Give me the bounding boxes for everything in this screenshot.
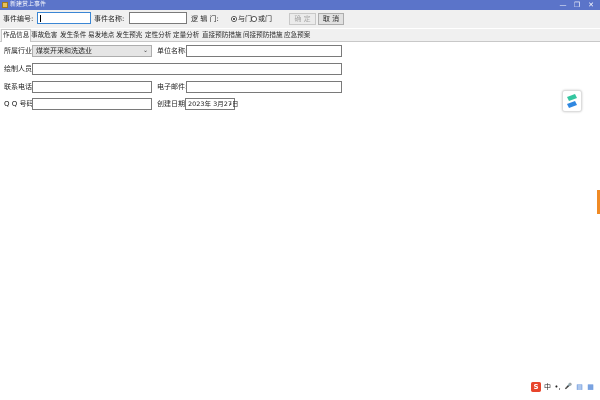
drafter-input[interactable] — [32, 63, 342, 75]
tab-conditions[interactable]: 发生条件 — [60, 30, 86, 41]
unit-name-input[interactable] — [186, 45, 342, 57]
tab-quantitative[interactable]: 定量分析 — [173, 30, 199, 41]
ime-punct-toggle[interactable]: •, — [553, 382, 562, 392]
tab-qualitative[interactable]: 定性分析 — [145, 30, 171, 41]
tab-emergency-plan[interactable]: 应急预案 — [284, 30, 310, 41]
event-name-input[interactable] — [129, 12, 187, 24]
app-icon — [2, 2, 8, 8]
industry-value: 煤炭开采和洗选业 — [36, 47, 92, 55]
ime-mode-toggle[interactable]: 中 — [543, 382, 552, 392]
event-no-label: 事件编号: — [3, 15, 34, 23]
email-input[interactable] — [186, 81, 342, 93]
tab-indirect-prevention[interactable]: 间接预防措施 — [243, 30, 283, 41]
minimize-button[interactable]: — — [556, 0, 570, 10]
tab-accident-harm[interactable]: 事故危害 — [31, 30, 57, 41]
or-gate-label: 或门 — [258, 15, 272, 23]
work-info-panel: 所属行业: 煤炭开采和洗选业 ⌄ 单位名称: 绘制人员: 联系电话: 电子邮件:… — [0, 42, 600, 380]
and-gate-radio[interactable] — [231, 16, 237, 22]
qq-input[interactable] — [32, 98, 152, 110]
created-date-label: 创建日期: — [157, 100, 188, 108]
logo-icon — [567, 94, 577, 108]
unit-name-label: 单位名称: — [157, 47, 188, 55]
mic-icon[interactable]: 🎤 — [564, 382, 573, 392]
close-button[interactable]: ✕ — [584, 0, 598, 10]
floating-app-logo[interactable] — [562, 90, 582, 112]
email-label: 电子邮件: — [157, 83, 188, 91]
drafter-label: 绘制人员: — [4, 65, 35, 73]
ime-skin-icon[interactable]: ▤ — [575, 382, 584, 392]
ok-button[interactable]: 确 定 — [289, 13, 316, 25]
ime-logo-icon[interactable]: S — [531, 382, 541, 392]
created-date-picker[interactable]: 2023年 3月27日 ⌄ — [185, 98, 239, 110]
or-gate-radio[interactable] — [251, 16, 257, 22]
tab-strip: 作品信息 事故危害 发生条件 易发地点 发生预兆 定性分析 定量分析 直接预防措… — [0, 29, 600, 43]
tab-locations[interactable]: 易发地点 — [88, 30, 114, 41]
tab-direct-prevention[interactable]: 直接预防措施 — [202, 30, 242, 41]
phone-input[interactable] — [32, 81, 152, 93]
industry-label: 所属行业: — [4, 47, 35, 55]
event-name-label: 事件名称: — [94, 15, 125, 23]
event-toolbar: 事件编号: 事件名称: 逻 辑 门: 与门 或门 确 定 取 消 — [0, 10, 600, 28]
and-gate-label: 与门 — [238, 15, 252, 23]
ime-grid-icon[interactable]: ▦ — [586, 382, 595, 392]
title-bar: 新建赏上事件 — ❐ ✕ — [0, 0, 600, 10]
window-title: 新建赏上事件 — [10, 1, 47, 8]
ime-toolbar: S 中 •, 🎤 ▤ ▦ — [531, 381, 597, 393]
cancel-button[interactable]: 取 消 — [318, 13, 344, 25]
tab-precursors[interactable]: 发生预兆 — [116, 30, 142, 41]
industry-select[interactable]: 煤炭开采和洗选业 ⌄ — [32, 45, 152, 57]
chevron-down-icon: ⌄ — [227, 100, 233, 107]
maximize-button[interactable]: ❐ — [570, 0, 584, 10]
event-no-input[interactable] — [37, 12, 91, 24]
logic-gate-label: 逻 辑 门: — [191, 15, 219, 23]
phone-label: 联系电话: — [4, 83, 35, 91]
tab-work-info[interactable]: 作品信息 — [1, 29, 31, 43]
chevron-down-icon: ⌄ — [142, 47, 148, 54]
